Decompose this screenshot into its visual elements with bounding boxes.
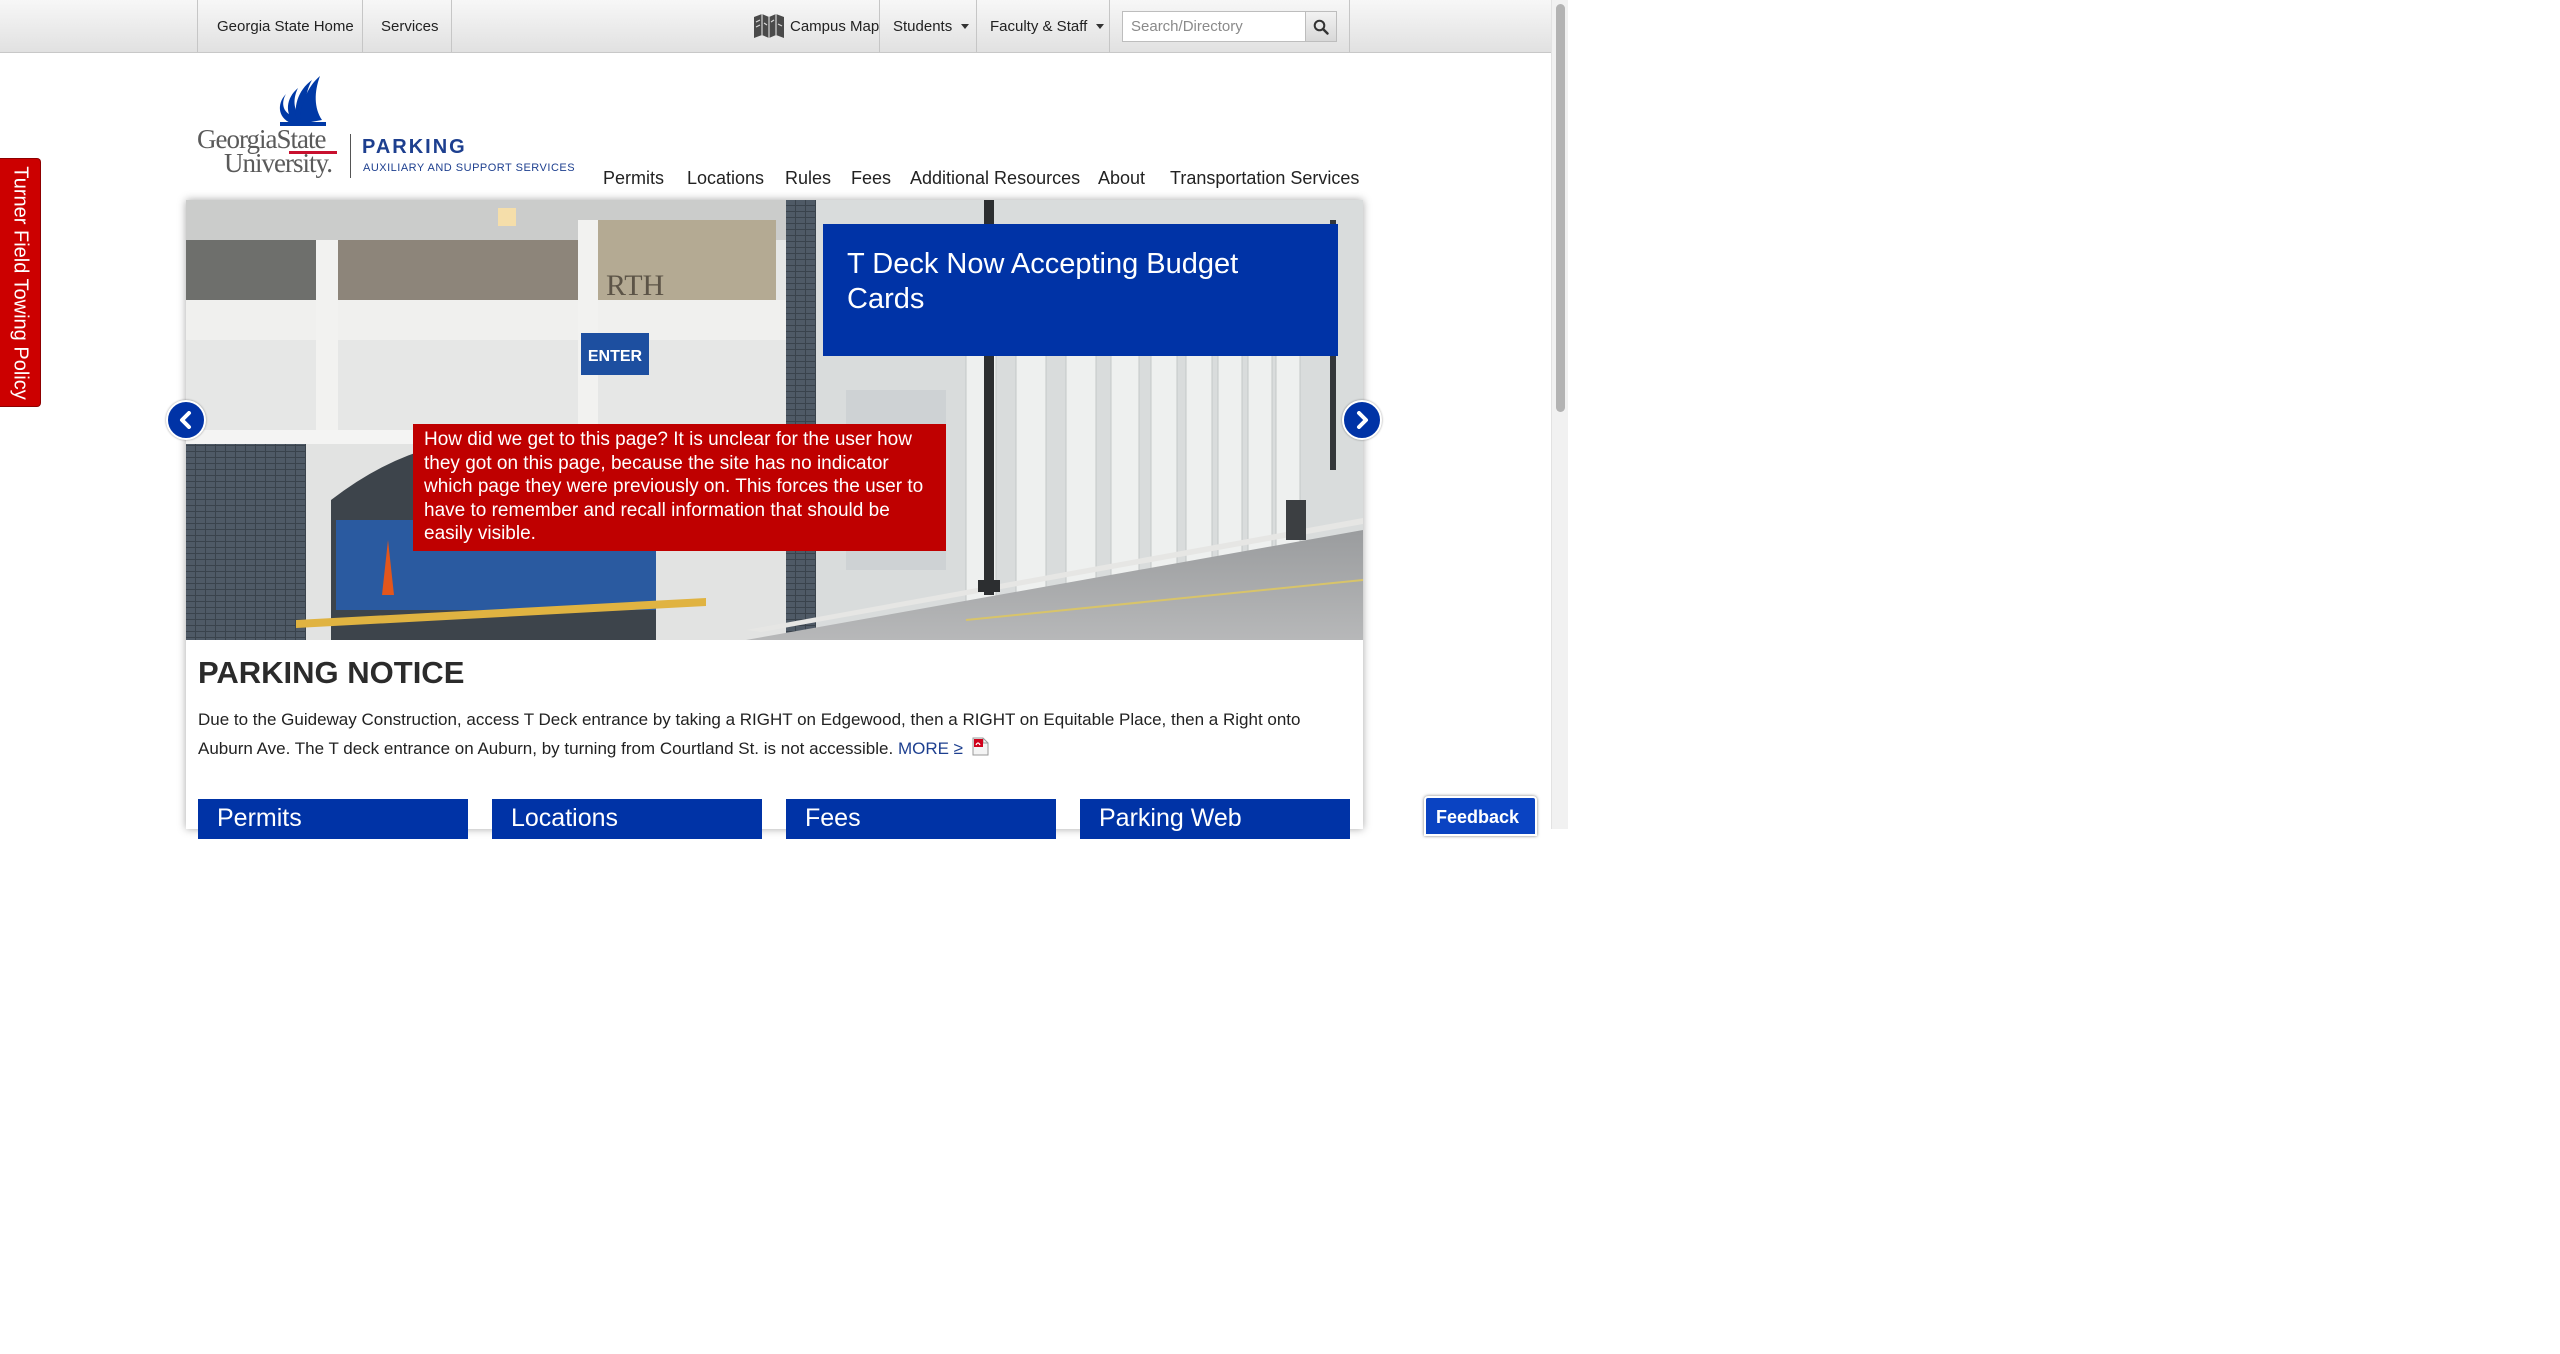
search-icon: [1313, 19, 1329, 35]
nav-fees[interactable]: Fees: [851, 168, 891, 190]
nav-about[interactable]: About: [1098, 168, 1145, 190]
students-menu[interactable]: Students: [893, 0, 970, 52]
nav-rules[interactable]: Rules: [785, 168, 831, 190]
nav-permits[interactable]: Permits: [603, 168, 664, 190]
scrollbar-thumb[interactable]: [1556, 4, 1565, 412]
svg-text:RTH: RTH: [606, 269, 664, 302]
towing-policy-tab[interactable]: Turner Field Towing Policy: [0, 158, 41, 407]
logo-parking-title: PARKING: [362, 136, 467, 158]
notice-body: Due to the Guideway Construction, access…: [198, 705, 1353, 763]
georgia-state-home-link[interactable]: Georgia State Home: [217, 0, 354, 52]
nav-locations[interactable]: Locations: [687, 168, 764, 190]
card-locations[interactable]: Locations: [492, 799, 762, 839]
slide-next-button[interactable]: [1342, 400, 1382, 440]
pdf-icon: [972, 737, 989, 756]
notice-text: Due to the Guideway Construction, access…: [198, 710, 1301, 758]
notice-more-link[interactable]: MORE ≥: [898, 739, 963, 758]
scrollbar[interactable]: [1551, 0, 1568, 829]
chevron-down-icon: [961, 23, 970, 29]
chevron-left-icon: [180, 411, 191, 429]
svg-text:ENTER: ENTER: [588, 348, 643, 365]
flame-logo-icon: [279, 76, 326, 126]
chevron-down-icon: [1096, 23, 1105, 29]
services-link[interactable]: Services: [381, 0, 439, 52]
divider: [879, 0, 880, 52]
divider: [197, 0, 198, 52]
content-panel: RTH EVATOR ENTER: [186, 200, 1363, 839]
towing-policy-label: Turner Field Towing Policy: [9, 166, 32, 400]
gsu-wordmark-line2: University.: [224, 148, 333, 178]
slide-prev-button[interactable]: [166, 400, 206, 440]
divider: [362, 0, 363, 52]
divider: [1109, 0, 1110, 52]
feedback-button[interactable]: Feedback: [1424, 796, 1537, 836]
hero-slide[interactable]: RTH EVATOR ENTER: [186, 200, 1363, 640]
nav-transportation-services[interactable]: Transportation Services: [1170, 168, 1359, 190]
divider: [976, 0, 977, 52]
logo-subtitle: AUXILIARY AND SUPPORT SERVICES: [363, 162, 576, 174]
divider: [451, 0, 452, 52]
map-icon: [754, 14, 784, 38]
faculty-staff-menu[interactable]: Faculty & Staff: [990, 0, 1105, 52]
search-button[interactable]: [1305, 11, 1337, 42]
card-fees[interactable]: Fees: [786, 799, 1056, 839]
card-permits[interactable]: Permits: [198, 799, 468, 839]
logo-divider: [350, 134, 351, 178]
notice-title: PARKING NOTICE: [198, 655, 465, 690]
chevron-right-icon: [1357, 411, 1368, 429]
heuristic-annotation: How did we get to this page? It is uncle…: [413, 424, 946, 551]
card-parking-web[interactable]: Parking Web: [1080, 799, 1350, 839]
site-logo[interactable]: GeorgiaState University. PARKING AUXILIA…: [196, 68, 576, 188]
nav-additional-resources[interactable]: Additional Resources: [910, 168, 1080, 190]
slide-banner[interactable]: T Deck Now Accepting Budget Cards: [823, 224, 1338, 356]
search-input[interactable]: Search/Directory: [1122, 11, 1306, 42]
divider: [1349, 0, 1350, 52]
campus-map-link[interactable]: Campus Map: [753, 0, 879, 52]
utility-bar: Georgia State Home Services Campus Map S…: [0, 0, 1551, 53]
